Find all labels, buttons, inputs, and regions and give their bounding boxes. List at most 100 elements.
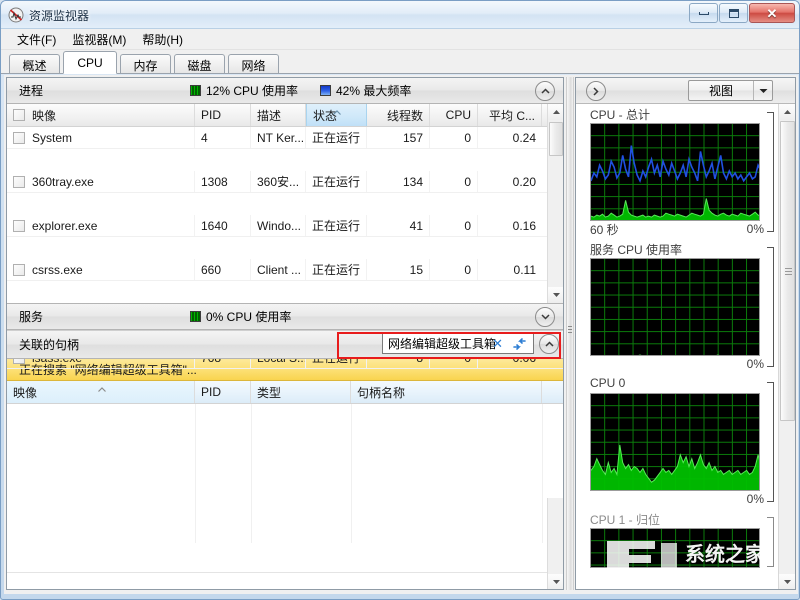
graph-cpu-total: CPU - 总计 60 秒 0% bbox=[576, 104, 780, 237]
scrollbar-thumb[interactable] bbox=[549, 122, 563, 156]
col-header-desc[interactable]: 描述 bbox=[251, 104, 306, 126]
blue-swatch-icon bbox=[320, 85, 331, 96]
graph-axis-bracket bbox=[767, 382, 774, 502]
minimize-button[interactable] bbox=[689, 3, 718, 23]
splitter-grip-icon bbox=[568, 326, 572, 337]
col-header-avgcpu[interactable]: 平均 C... bbox=[478, 104, 542, 126]
graph-plot-area bbox=[590, 123, 760, 221]
tab-network[interactable]: 网络 bbox=[228, 54, 279, 73]
green-swatch-icon bbox=[190, 311, 201, 322]
graph-cpu-0: CPU 0 0% bbox=[576, 374, 780, 507]
cell-cpu: 0 bbox=[430, 127, 478, 148]
tab-disk[interactable]: 磁盘 bbox=[174, 54, 225, 73]
cell-cpu: 0 bbox=[430, 171, 478, 192]
cell-image: explorer.exe bbox=[32, 219, 97, 233]
resource-monitor-icon bbox=[8, 7, 24, 23]
tab-cpu[interactable]: CPU bbox=[63, 51, 117, 74]
handles-col-header-pid[interactable]: PID bbox=[195, 381, 251, 403]
table-row[interactable]: System 4 NT Ker... 正在运行 157 0 0.24 bbox=[7, 127, 563, 149]
chevron-up-icon bbox=[541, 88, 550, 94]
tab-memory[interactable]: 内存 bbox=[120, 54, 171, 73]
graph-axis-bracket bbox=[767, 247, 774, 367]
close-icon: ✕ bbox=[767, 7, 778, 20]
search-arrows-icon[interactable] bbox=[512, 337, 527, 354]
column-divider bbox=[542, 404, 543, 543]
cell-avgcpu: 0.16 bbox=[478, 215, 542, 236]
cell-status: 正在运行 bbox=[306, 171, 367, 192]
scroll-up-button[interactable] bbox=[779, 104, 795, 120]
max-frequency-legend: 42% 最大频率 bbox=[320, 82, 411, 99]
processes-section-header[interactable]: 进程 12% CPU 使用率 42% 最大频率 bbox=[7, 78, 563, 104]
window-title: 资源监视器 bbox=[29, 7, 89, 24]
row-checkbox[interactable] bbox=[13, 220, 25, 232]
graph-plot-area bbox=[590, 528, 760, 568]
graph-pane-header: 视图 bbox=[576, 78, 795, 104]
chevron-up-icon bbox=[545, 341, 554, 347]
select-all-checkbox[interactable] bbox=[13, 109, 25, 121]
col-header-cpu[interactable]: CPU bbox=[430, 104, 478, 126]
graph-pane-scrollbar[interactable] bbox=[778, 104, 795, 590]
handles-list-scrollbar[interactable] bbox=[547, 498, 563, 590]
cell-image: System bbox=[32, 131, 72, 145]
column-divider bbox=[195, 404, 196, 543]
handles-col-header-type[interactable]: 类型 bbox=[251, 381, 351, 403]
tab-strip: 概述 CPU 内存 磁盘 网络 bbox=[1, 50, 799, 74]
process-list-scrollbar[interactable] bbox=[547, 104, 563, 303]
col-header-image[interactable]: 映像 bbox=[7, 104, 195, 126]
cell-avgcpu: 0.20 bbox=[478, 171, 542, 192]
row-checkbox[interactable] bbox=[13, 132, 25, 144]
scroll-up-button[interactable] bbox=[548, 104, 564, 120]
cell-pid: 660 bbox=[195, 259, 251, 280]
close-button[interactable]: ✕ bbox=[749, 3, 795, 23]
menu-item-monitor[interactable]: 监视器(M) bbox=[66, 29, 136, 50]
table-row[interactable]: 360tray.exe 1308 360安... 正在运行 134 0 0.20 bbox=[7, 171, 563, 193]
search-input[interactable]: 网络编辑超级工具箱 ✕ bbox=[382, 333, 534, 354]
cell-threads: 157 bbox=[367, 127, 430, 148]
handles-col-header-image[interactable]: 映像 bbox=[7, 381, 195, 403]
menu-bar: 文件(F) 监视器(M) 帮助(H) bbox=[1, 29, 799, 50]
clear-x-icon[interactable]: ✕ bbox=[492, 337, 503, 351]
cpu-usage-legend: 12% CPU 使用率 bbox=[190, 82, 298, 99]
graph-grid bbox=[591, 529, 759, 567]
table-row[interactable]: csrss.exe 660 Client ... 正在运行 15 0 0.11 bbox=[7, 259, 563, 281]
scrollbar-thumb[interactable] bbox=[780, 121, 795, 421]
caret-down-icon bbox=[553, 580, 560, 584]
graph-pane-expand-button[interactable] bbox=[586, 81, 606, 101]
graph-cpu-1-parked: CPU 1 - 归位 bbox=[576, 509, 780, 568]
graph-series bbox=[591, 259, 760, 356]
handles-collapse-button[interactable] bbox=[539, 334, 559, 354]
caret-up-icon bbox=[553, 110, 560, 114]
max-frequency-legend-text: 42% 最大频率 bbox=[336, 82, 411, 99]
search-input-value: 网络编辑超级工具箱 bbox=[388, 335, 496, 352]
window-controls: ✕ bbox=[689, 3, 795, 23]
graph-series bbox=[591, 124, 760, 221]
graph-plot-area bbox=[590, 258, 760, 356]
left-pane: 进程 12% CPU 使用率 42% 最大频率 映像 bbox=[6, 77, 564, 590]
menu-item-help[interactable]: 帮助(H) bbox=[136, 29, 193, 50]
scroll-down-button[interactable] bbox=[548, 287, 564, 303]
caret-up-icon bbox=[784, 110, 791, 114]
col-header-status[interactable]: 状态 bbox=[306, 104, 367, 126]
handles-col-header-name[interactable]: 句柄名称 bbox=[351, 381, 542, 403]
tab-overview[interactable]: 概述 bbox=[9, 54, 60, 73]
graph-services-cpu: 服务 CPU 使用率 0% bbox=[576, 239, 780, 372]
maximize-button[interactable] bbox=[719, 3, 748, 23]
graph-title: 服务 CPU 使用率 bbox=[576, 241, 780, 258]
graph-axis-bracket bbox=[767, 112, 774, 232]
menu-item-file[interactable]: 文件(F) bbox=[11, 29, 66, 50]
row-checkbox[interactable] bbox=[13, 176, 25, 188]
table-row[interactable]: explorer.exe 1640 Windo... 正在运行 41 0 0.1… bbox=[7, 215, 563, 237]
col-header-pid[interactable]: PID bbox=[195, 104, 251, 126]
services-expand-button[interactable] bbox=[535, 307, 555, 327]
handles-title: 关联的句柄 bbox=[19, 336, 79, 353]
view-button[interactable]: 视图 bbox=[688, 80, 773, 101]
services-section-header[interactable]: 服务 0% CPU 使用率 bbox=[7, 303, 563, 330]
content-area: 进程 12% CPU 使用率 42% 最大频率 映像 bbox=[4, 75, 798, 594]
cell-desc: Client ... bbox=[251, 259, 306, 280]
row-checkbox[interactable] bbox=[13, 264, 25, 276]
col-header-threads[interactable]: 线程数 bbox=[367, 104, 430, 126]
window-bottom-border bbox=[7, 587, 800, 591]
processes-collapse-button[interactable] bbox=[535, 81, 555, 101]
pane-splitter[interactable] bbox=[566, 77, 574, 590]
handles-section-header: 关联的句柄 网络编辑超级工具箱 ✕ bbox=[7, 330, 563, 359]
